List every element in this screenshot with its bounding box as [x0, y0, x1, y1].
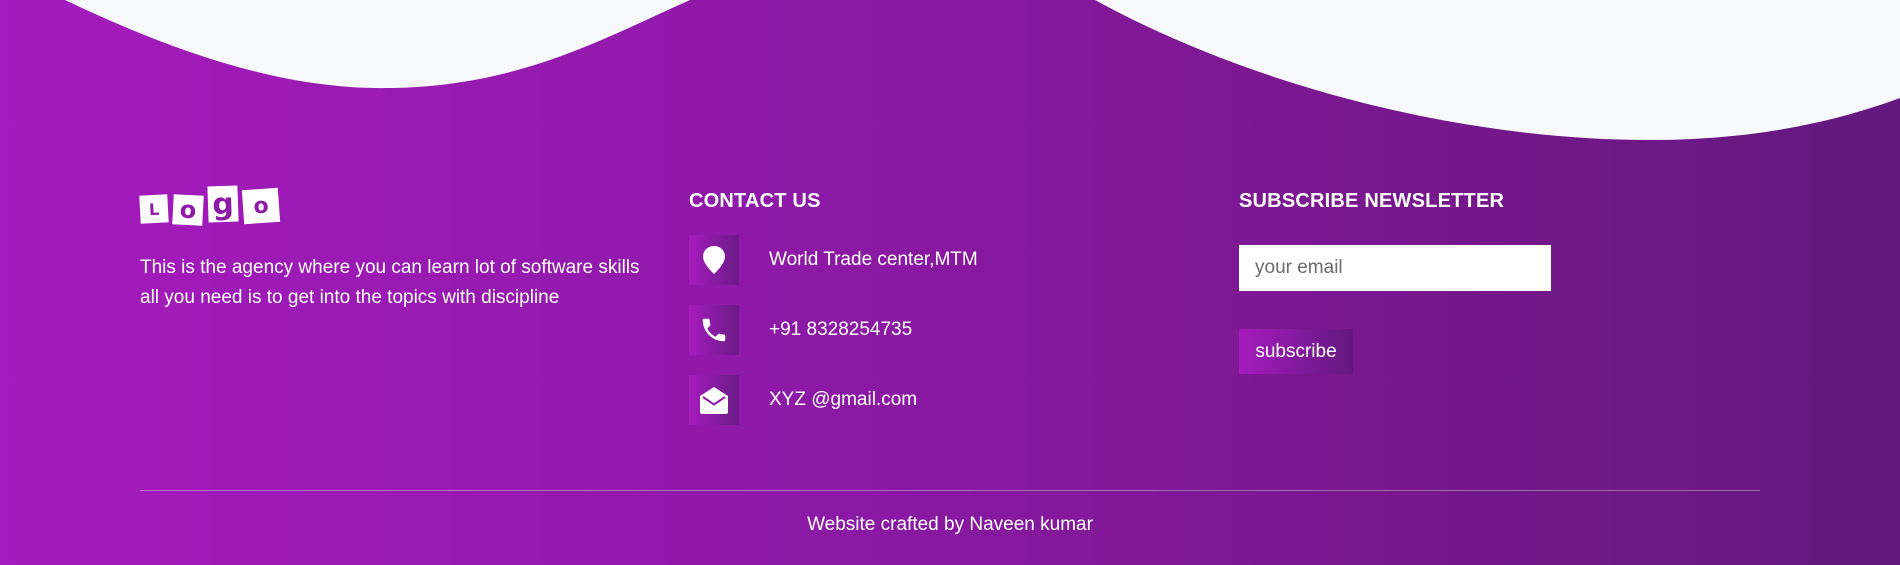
- footer-credit: Website crafted by Naveen kumar: [807, 514, 1093, 535]
- footer-divider: [140, 490, 1760, 491]
- phone-icon: [689, 305, 739, 355]
- logo-letter: L: [139, 194, 169, 224]
- contact-item-email: XYZ @gmail.com: [689, 375, 1209, 425]
- about-column: L o g o This is the agency where you can…: [139, 185, 660, 332]
- newsletter-email-input[interactable]: [1239, 245, 1551, 291]
- newsletter-column: SUBSCRIBE NEWSLETTER subscribe: [1239, 185, 1639, 374]
- subscribe-button[interactable]: subscribe: [1239, 329, 1353, 374]
- logo[interactable]: L o g o: [139, 185, 660, 226]
- contact-phone-text: +91 8328254735: [769, 319, 913, 340]
- logo-letter: o: [172, 194, 204, 226]
- logo-letter: g: [207, 185, 239, 223]
- contact-address-text: World Trade center,MTM: [769, 249, 978, 270]
- site-footer: L o g o This is the agency where you can…: [0, 0, 1900, 565]
- contact-item-phone: +91 8328254735: [689, 305, 1209, 355]
- about-description: This is the agency where you can learn l…: [140, 257, 640, 308]
- logo-letter: o: [241, 187, 281, 225]
- contact-heading: CONTACT US: [689, 190, 821, 212]
- contact-item-address: World Trade center,MTM: [689, 235, 1209, 285]
- contact-column: CONTACT US World Trade center,MTM +91 83…: [689, 185, 1209, 425]
- location-pin-icon: [689, 235, 739, 285]
- newsletter-heading: SUBSCRIBE NEWSLETTER: [1239, 190, 1505, 212]
- top-wave-decoration: [0, 0, 1900, 140]
- contact-email-text: XYZ @gmail.com: [769, 389, 918, 410]
- envelope-open-icon: [689, 375, 739, 425]
